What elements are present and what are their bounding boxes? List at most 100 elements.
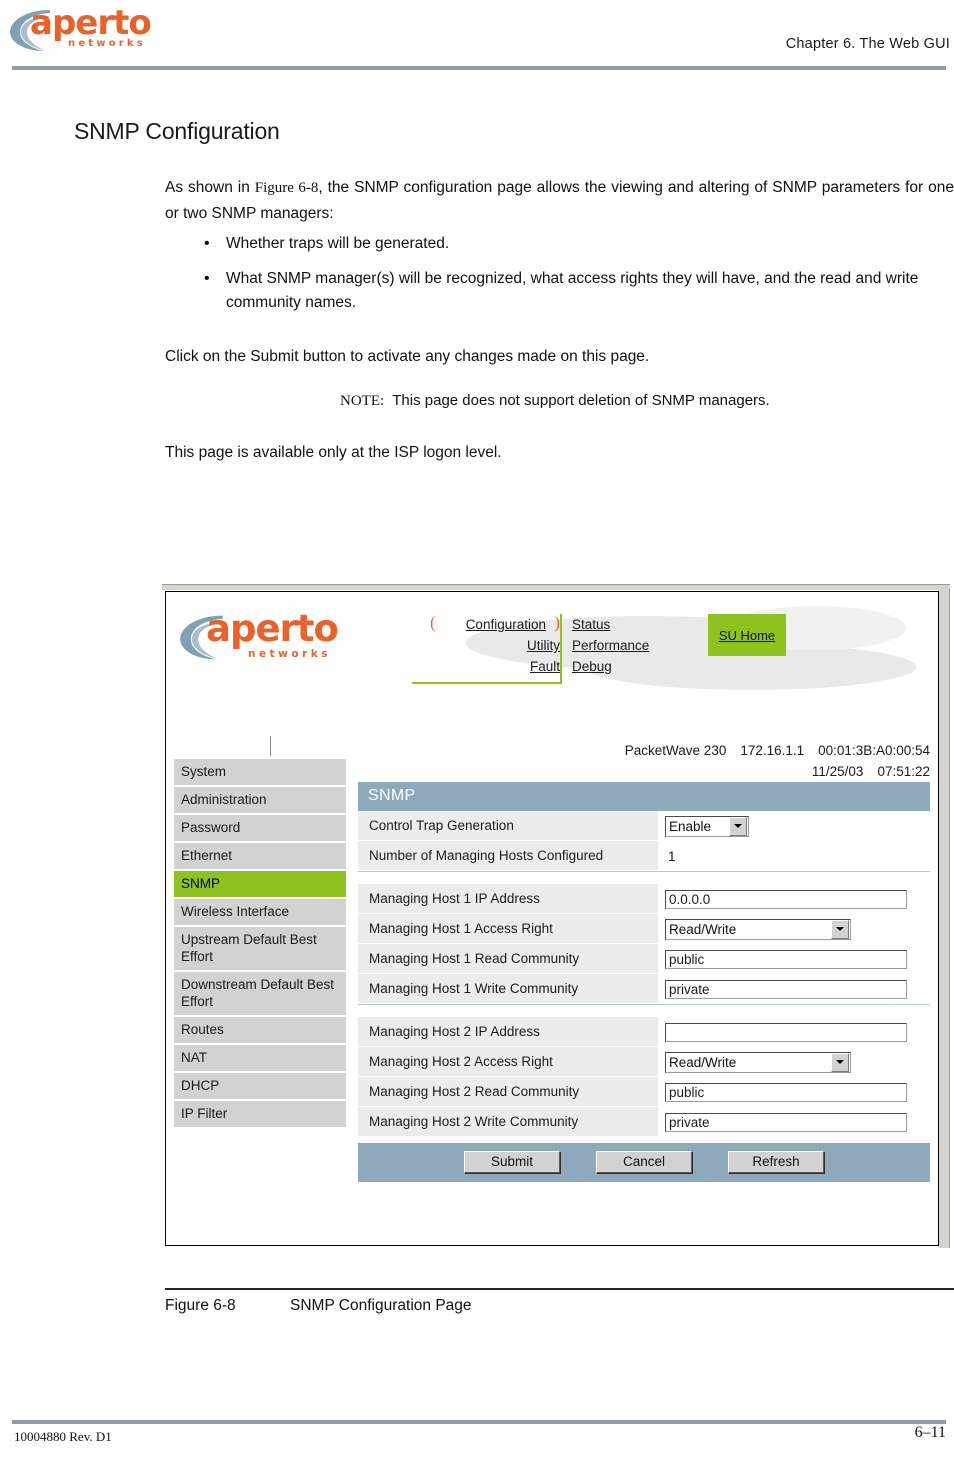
host2-write-label: Managing Host 2 Write Community [358,1107,658,1137]
refresh-button[interactable]: Refresh [728,1151,824,1173]
main-navigation: ( ) Configuration Utility Fault Status P… [412,613,752,684]
device-mac: 00:01:3B:A0:00:54 [818,743,930,758]
host2-read-label: Managing Host 2 Read Community [358,1077,658,1107]
control-trap-select[interactable]: Enable [665,815,749,837]
num-hosts-value: 1 [668,848,676,864]
host1-access-label: Managing Host 1 Access Right [358,914,658,944]
sidebar-item-system[interactable]: System [174,758,346,786]
sidebar-item-ethernet[interactable]: Ethernet [174,842,346,870]
gui-screenshot-figure: aperto networks ( ) Configuration Utilit… [162,584,950,1248]
submit-instruction-paragraph: Click on the Submit button to activate a… [165,348,650,365]
form-group-separator [358,871,930,884]
sidebar-item-upstream-default-best-effort[interactable]: Upstream Default Best Effort [174,926,346,971]
bullet-icon: • [204,235,210,252]
form-row-host1-ip: Managing Host 1 IP Address 0.0.0.0 [358,884,930,914]
sidebar-item-password[interactable]: Password [174,814,346,842]
host2-ip-input[interactable] [665,1022,907,1042]
brand-tagline: networks [68,38,146,49]
list-item: • Whether traps will be generated. [200,232,954,256]
note-text: This page does not support deletion of S… [392,392,770,409]
nav-item-utility[interactable]: Utility [412,635,560,656]
host2-access-select[interactable]: Read/Write [665,1051,851,1073]
sidebar-item-routes[interactable]: Routes [174,1016,346,1044]
gui-brand-name: aperto [206,607,339,650]
sidebar-item-wireless-interface[interactable]: Wireless Interface [174,898,346,926]
form-group-separator [358,1004,930,1017]
figure-caption-text: SNMP Configuration Page [290,1297,472,1314]
host2-access-label: Managing Host 2 Access Right [358,1047,658,1077]
host1-read-community-input[interactable]: public [665,949,907,969]
host1-write-value-cell: private [658,974,930,1004]
gui-brand-tagline: networks [248,648,331,660]
device-ip: 172.16.1.1 [740,743,805,758]
nav-item-fault[interactable]: Fault [412,656,560,677]
sidebar-item-downstream-default-best-effort[interactable]: Downstream Default Best Effort [174,971,346,1016]
gui-viewport: aperto networks ( ) Configuration Utilit… [165,591,939,1246]
submit-button[interactable]: Submit [464,1151,560,1173]
form-row-host2-ip: Managing Host 2 IP Address [358,1017,930,1047]
device-info-line-2: 11/25/03 07:51:22 [625,761,930,782]
host1-read-label: Managing Host 1 Read Community [358,944,658,974]
aperto-logo: aperto networks [8,4,178,56]
snmp-form-panel: SNMP Control Trap Generation Enable Numb… [358,782,930,1182]
nav-item-status[interactable]: Status [572,614,712,635]
intro-paragraph: As shown in Figure 6-8, the SNMP configu… [165,175,954,226]
sidebar-item-administration[interactable]: Administration [174,786,346,814]
left-paren-icon: ( [430,613,436,632]
chevron-down-icon[interactable] [831,1052,849,1072]
feature-bullet-list: • Whether traps will be generated. • Wha… [200,232,954,326]
nav-item-performance[interactable]: Performance [572,635,712,656]
host2-access-selected-value: Read/Write [669,1054,737,1070]
nav-item-debug[interactable]: Debug [572,656,712,677]
footer-divider [12,1420,946,1424]
host2-ip-label: Managing Host 2 IP Address [358,1017,658,1047]
intro-text-before: As shown in [165,179,255,196]
device-info-block: PacketWave 230 172.16.1.1 00:01:3B:A0:00:5… [625,740,930,782]
host1-ip-label: Managing Host 1 IP Address [358,884,658,914]
control-trap-selected-value: Enable [669,818,712,834]
host2-write-value-cell: private [658,1107,930,1137]
form-action-bar: Submit Cancel Refresh [358,1143,930,1182]
list-item-label: What SNMP manager(s) will be recognized,… [226,270,919,311]
host2-ip-value-cell [658,1017,930,1047]
figure-caption: Figure 6-8 SNMP Configuration Page [165,1297,472,1315]
device-time: 07:51:22 [877,764,930,779]
host1-access-value-cell: Read/Write [658,914,930,944]
list-item-label: Whether traps will be generated. [226,235,450,252]
form-row-control-trap: Control Trap Generation Enable [358,811,930,841]
su-home-button[interactable]: SU Home [708,614,786,656]
host1-access-select[interactable]: Read/Write [665,918,851,940]
chevron-down-icon[interactable] [729,816,747,836]
header-divider [12,66,946,70]
gui-aperto-logo: aperto networks [178,608,368,666]
nav-column-secondary: Status Performance Debug [572,614,712,677]
form-row-host1-read: Managing Host 1 Read Community public [358,944,930,974]
gui-masthead: aperto networks ( ) Configuration Utilit… [166,592,936,692]
host1-read-value-cell: public [658,944,930,974]
host2-write-community-input[interactable]: private [665,1112,907,1132]
device-model: PacketWave 230 [624,743,727,758]
su-home-label: SU Home [718,627,776,643]
form-row-host1-access: Managing Host 1 Access Right Read/Write [358,914,930,944]
chevron-down-icon[interactable] [831,919,849,939]
figure-reference: Figure 6-8 [254,180,319,196]
isp-level-paragraph: This page is available only at the ISP l… [165,444,502,461]
num-hosts-value-cell: 1 [658,841,930,871]
sidebar-item-ip-filter[interactable]: IP Filter [174,1100,346,1128]
host1-access-selected-value: Read/Write [669,921,737,937]
cancel-button[interactable]: Cancel [596,1151,692,1173]
control-trap-label: Control Trap Generation [358,811,658,841]
host1-ip-input[interactable]: 0.0.0.0 [665,889,907,909]
num-hosts-label: Number of Managing Hosts Configured [358,841,658,871]
sidebar-item-nat[interactable]: NAT [174,1044,346,1072]
figure-divider [165,1288,954,1290]
sidebar-item-dhcp[interactable]: DHCP [174,1072,346,1100]
sidebar-item-snmp[interactable]: SNMP [174,870,346,898]
host1-write-community-input[interactable]: private [665,979,907,999]
form-row-num-hosts: Number of Managing Hosts Configured 1 [358,841,930,871]
bullet-icon: • [204,270,210,287]
control-trap-value-cell: Enable [658,811,930,841]
host2-read-community-input[interactable]: public [665,1082,907,1102]
form-row-host1-write: Managing Host 1 Write Community private [358,974,930,1004]
brand-name: aperto [30,3,152,43]
